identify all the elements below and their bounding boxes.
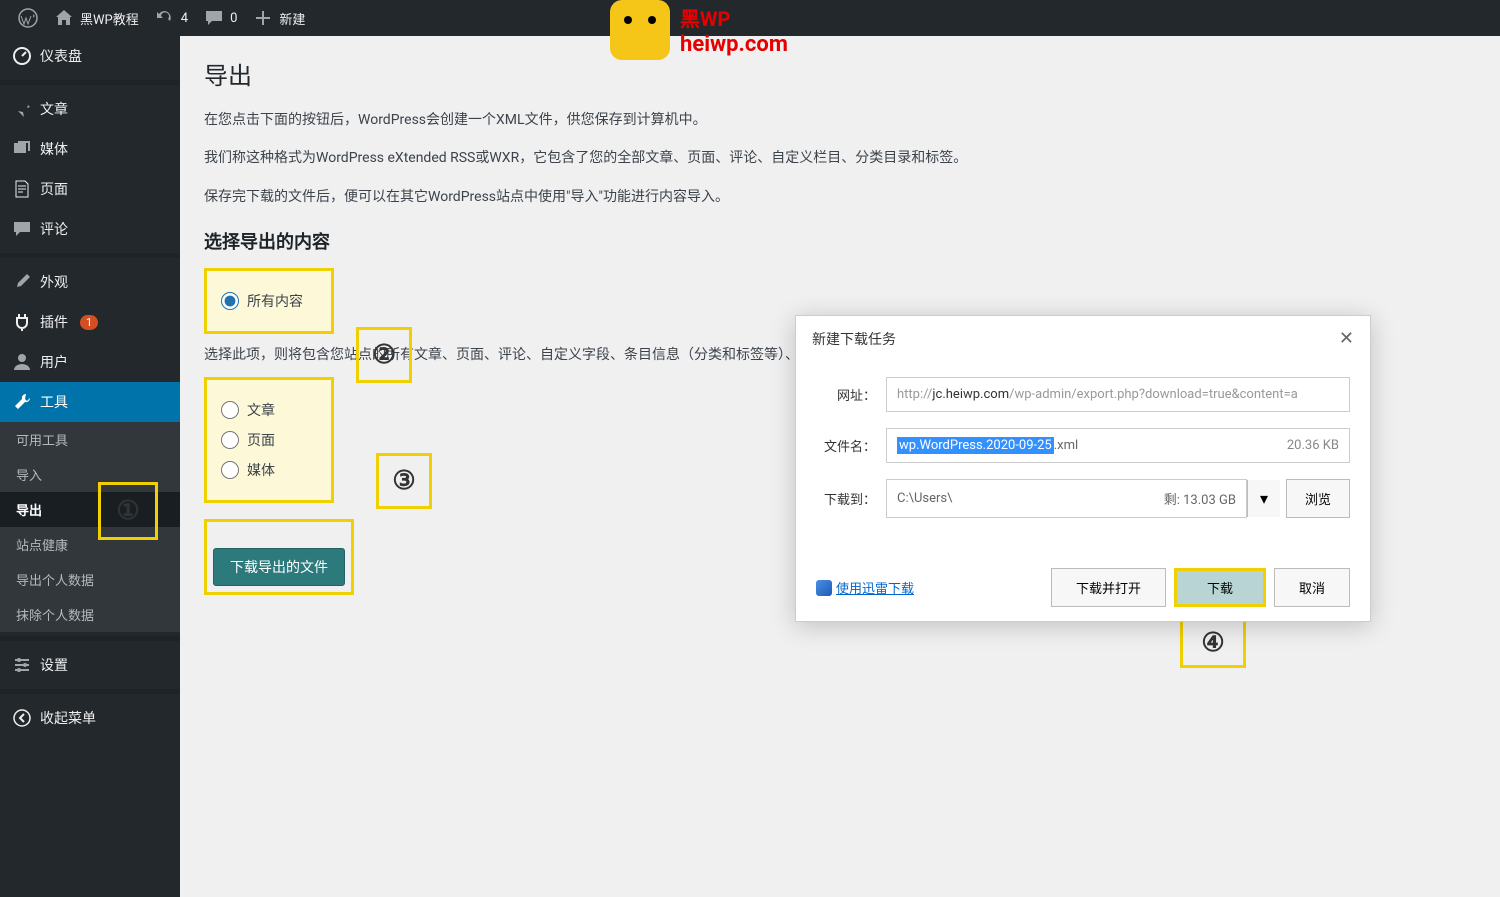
collapse-icon <box>12 708 32 728</box>
wp-logo[interactable] <box>10 8 46 28</box>
menu-settings[interactable]: 设置 <box>0 645 180 685</box>
plugins-badge: 1 <box>80 315 98 330</box>
file-size: 20.36 KB <box>1287 438 1339 453</box>
free-space: 剩: 13.03 GB <box>1164 489 1236 508</box>
new-link[interactable]: 新建 <box>245 8 313 28</box>
download-open-button[interactable]: 下载并打开 <box>1051 568 1166 607</box>
update-icon <box>155 8 175 28</box>
cancel-button[interactable]: 取消 <box>1274 568 1350 607</box>
dashboard-icon <box>12 46 32 66</box>
marker-2: ② <box>356 327 412 383</box>
export-options-2: 文章 页面 媒体 <box>204 377 334 503</box>
site-name: 黑WP教程 <box>80 9 139 28</box>
comment-icon <box>12 219 32 239</box>
url-label: 网址： <box>816 385 876 404</box>
menu-media[interactable]: 媒体 <box>0 129 180 169</box>
browse-button[interactable]: 浏览 <box>1286 479 1350 518</box>
download-wrap: 下载导出的文件 <box>204 519 354 595</box>
name-label: 文件名： <box>816 436 876 455</box>
close-icon[interactable]: ✕ <box>1339 328 1354 349</box>
xunlei-icon <box>816 580 832 596</box>
plugin-icon <box>12 312 32 332</box>
dest-label: 下载到： <box>816 489 876 508</box>
marker-3: ③ <box>376 453 432 509</box>
sub-available[interactable]: 可用工具 <box>0 422 180 457</box>
menu-tools[interactable]: 工具 <box>0 382 180 422</box>
export-options: 所有内容 <box>204 268 334 334</box>
opt-media[interactable]: 媒体 <box>221 460 317 480</box>
wrench-icon <box>12 392 32 412</box>
xunlei-link[interactable]: 使用迅雷下载 <box>816 578 914 597</box>
url-input[interactable]: http://jc.heiwp.com/wp-admin/export.php?… <box>886 377 1350 412</box>
page-icon <box>12 179 32 199</box>
watermark: 黑WP heiwp.com <box>610 0 788 60</box>
radio-posts[interactable] <box>221 401 239 419</box>
watermark-line2: heiwp.com <box>680 32 788 57</box>
menu-dashboard[interactable]: 仪表盘 <box>0 36 180 76</box>
filename-input[interactable]: wp.WordPress.2020-09-25.xml20.36 KB <box>886 428 1350 463</box>
menu-posts[interactable]: 文章 <box>0 89 180 129</box>
opt-all[interactable]: 所有内容 <box>221 291 317 311</box>
sub-erase-personal[interactable]: 抹除个人数据 <box>0 597 180 632</box>
updates-count: 4 <box>181 11 188 26</box>
dest-select[interactable]: C:\Users\剩: 13.03 GB <box>886 479 1247 518</box>
plus-icon <box>253 8 273 28</box>
menu-appearance[interactable]: 外观 <box>0 262 180 302</box>
intro-p3: 保存完下载的文件后，便可以在其它WordPress站点中使用"导入"功能进行内容… <box>204 186 1476 208</box>
wordpress-icon <box>18 8 38 28</box>
opt-pages[interactable]: 页面 <box>221 430 317 450</box>
dialog-header: 新建下载任务 ✕ <box>796 316 1370 361</box>
watermark-icon <box>610 0 670 60</box>
opt-posts[interactable]: 文章 <box>221 400 317 420</box>
dest-dropdown[interactable]: ▾ <box>1247 480 1280 517</box>
intro-p2: 我们称这种格式为WordPress eXtended RSS或WXR，它包含了您… <box>204 147 1476 169</box>
new-label: 新建 <box>279 9 305 28</box>
marker-1: ① <box>98 482 158 540</box>
comments-count: 0 <box>230 11 237 26</box>
media-icon <box>12 139 32 159</box>
page-title: 导出 <box>204 56 1476 91</box>
admin-sidebar: 仪表盘 文章 媒体 页面 评论 外观 插件1 用户 工具 可用工具 导入 导出 … <box>0 36 180 897</box>
home-icon <box>54 8 74 28</box>
menu-collapse[interactable]: 收起菜单 <box>0 698 180 738</box>
comments-link[interactable]: 0 <box>196 8 245 28</box>
marker-4: ④ <box>1180 618 1246 668</box>
radio-media[interactable] <box>221 461 239 479</box>
user-icon <box>12 352 32 372</box>
comment-icon <box>204 8 224 28</box>
download-button[interactable]: 下载 <box>1174 568 1266 607</box>
watermark-line1: 黑WP <box>680 3 788 32</box>
brush-icon <box>12 272 32 292</box>
menu-comments[interactable]: 评论 <box>0 209 180 249</box>
intro-p1: 在您点击下面的按钮后，WordPress会创建一个XML文件，供您保存到计算机中… <box>204 109 1476 131</box>
field-dest: 下载到： C:\Users\剩: 13.03 GB ▾ 浏览 <box>816 479 1350 518</box>
section-heading: 选择导出的内容 <box>204 228 1476 254</box>
download-dialog: 新建下载任务 ✕ 网址： http://jc.heiwp.com/wp-admi… <box>795 315 1371 622</box>
menu-plugins[interactable]: 插件1 <box>0 302 180 342</box>
radio-all[interactable] <box>221 292 239 310</box>
updates-link[interactable]: 4 <box>147 8 196 28</box>
menu-pages[interactable]: 页面 <box>0 169 180 209</box>
radio-pages[interactable] <box>221 431 239 449</box>
field-filename: 文件名： wp.WordPress.2020-09-25.xml20.36 KB <box>816 428 1350 463</box>
sub-export-personal[interactable]: 导出个人数据 <box>0 562 180 597</box>
pin-icon <box>12 99 32 119</box>
settings-icon <box>12 655 32 675</box>
menu-users[interactable]: 用户 <box>0 342 180 382</box>
dialog-title: 新建下载任务 <box>812 329 896 349</box>
field-url: 网址： http://jc.heiwp.com/wp-admin/export.… <box>816 377 1350 412</box>
download-export-button[interactable]: 下载导出的文件 <box>213 548 345 586</box>
site-link[interactable]: 黑WP教程 <box>46 8 147 28</box>
